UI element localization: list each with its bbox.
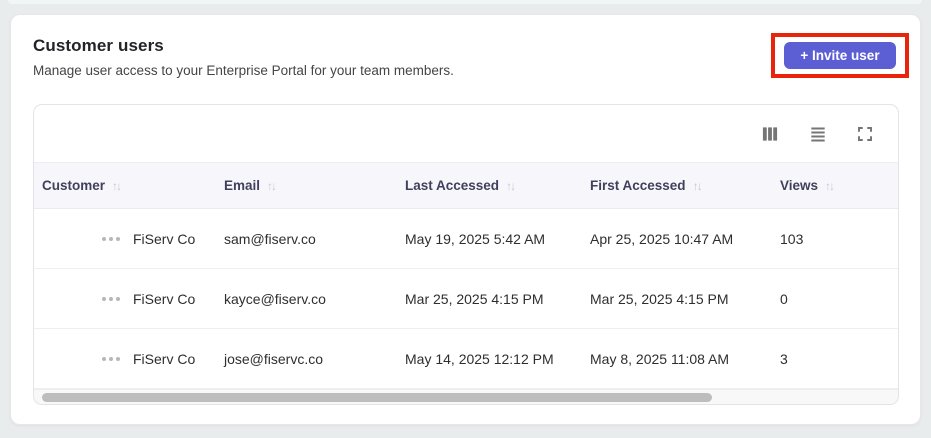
cell-last-accessed: Mar 25, 2025 4:15 PM (405, 290, 544, 307)
cell-first-accessed: Mar 25, 2025 4:15 PM (590, 290, 729, 307)
cell-first-accessed: May 8, 2025 11:08 AM (590, 350, 730, 367)
table-header-row: Customer ↑↓ Email ↑↓ Last Accessed ↑↓ Fi… (34, 162, 898, 209)
annotation-highlight-box: + Invite user (771, 33, 909, 78)
cell-views: 3 (780, 350, 788, 367)
column-header-last-accessed[interactable]: Last Accessed ↑↓ (397, 178, 582, 193)
page-subtitle: Manage user access to your Enterprise Po… (33, 63, 454, 78)
column-header-customer[interactable]: Customer ↑↓ (34, 178, 216, 193)
cell-views: 103 (780, 230, 804, 247)
horizontal-scrollbar[interactable] (34, 389, 898, 404)
cell-email: jose@fiservc.co (224, 350, 324, 367)
table-row: FiServ Co kayce@fiserv.co Mar 25, 2025 4… (34, 269, 898, 329)
cell-last-accessed: May 19, 2025 5:42 AM (405, 230, 546, 247)
cell-first-accessed: Apr 25, 2025 10:47 AM (590, 230, 734, 247)
cell-customer: FiServ Co (133, 230, 196, 247)
cell-email: sam@fiserv.co (224, 230, 316, 247)
expand-fullscreen-icon[interactable] (854, 123, 876, 145)
cell-last-accessed: May 14, 2025 12:12 PM (405, 350, 554, 367)
row-menu-ellipsis-icon[interactable] (98, 350, 124, 368)
scrollbar-thumb[interactable] (42, 393, 712, 402)
cell-email: kayce@fiserv.co (224, 290, 326, 307)
previous-card-bottom-edge (8, 0, 922, 4)
sort-icon: ↑↓ (267, 179, 277, 193)
customer-users-card: Customer users Manage user access to you… (10, 14, 921, 425)
row-menu-ellipsis-icon[interactable] (98, 290, 124, 308)
sort-icon: ↑↓ (112, 179, 122, 193)
rows-view-icon[interactable] (806, 122, 830, 146)
row-menu-ellipsis-icon[interactable] (98, 230, 124, 248)
cell-customer: FiServ Co (133, 350, 196, 367)
users-table: Customer ↑↓ Email ↑↓ Last Accessed ↑↓ Fi… (33, 104, 899, 405)
page-title: Customer users (33, 36, 164, 55)
table-row: FiServ Co jose@fiservc.co May 14, 2025 1… (34, 329, 898, 389)
table-row: FiServ Co sam@fiserv.co May 19, 2025 5:4… (34, 209, 898, 269)
cell-customer: FiServ Co (133, 290, 196, 307)
column-header-first-accessed[interactable]: First Accessed ↑↓ (582, 178, 772, 193)
invite-user-button[interactable]: + Invite user (784, 42, 896, 69)
cell-views: 0 (780, 290, 788, 307)
table-toolbar (34, 105, 898, 162)
columns-view-icon[interactable] (758, 122, 782, 146)
sort-icon: ↑↓ (692, 179, 703, 193)
sort-icon: ↑↓ (825, 179, 835, 193)
column-header-email[interactable]: Email ↑↓ (216, 178, 397, 193)
column-header-views[interactable]: Views ↑↓ (772, 178, 898, 193)
sort-icon: ↑↓ (506, 179, 516, 193)
